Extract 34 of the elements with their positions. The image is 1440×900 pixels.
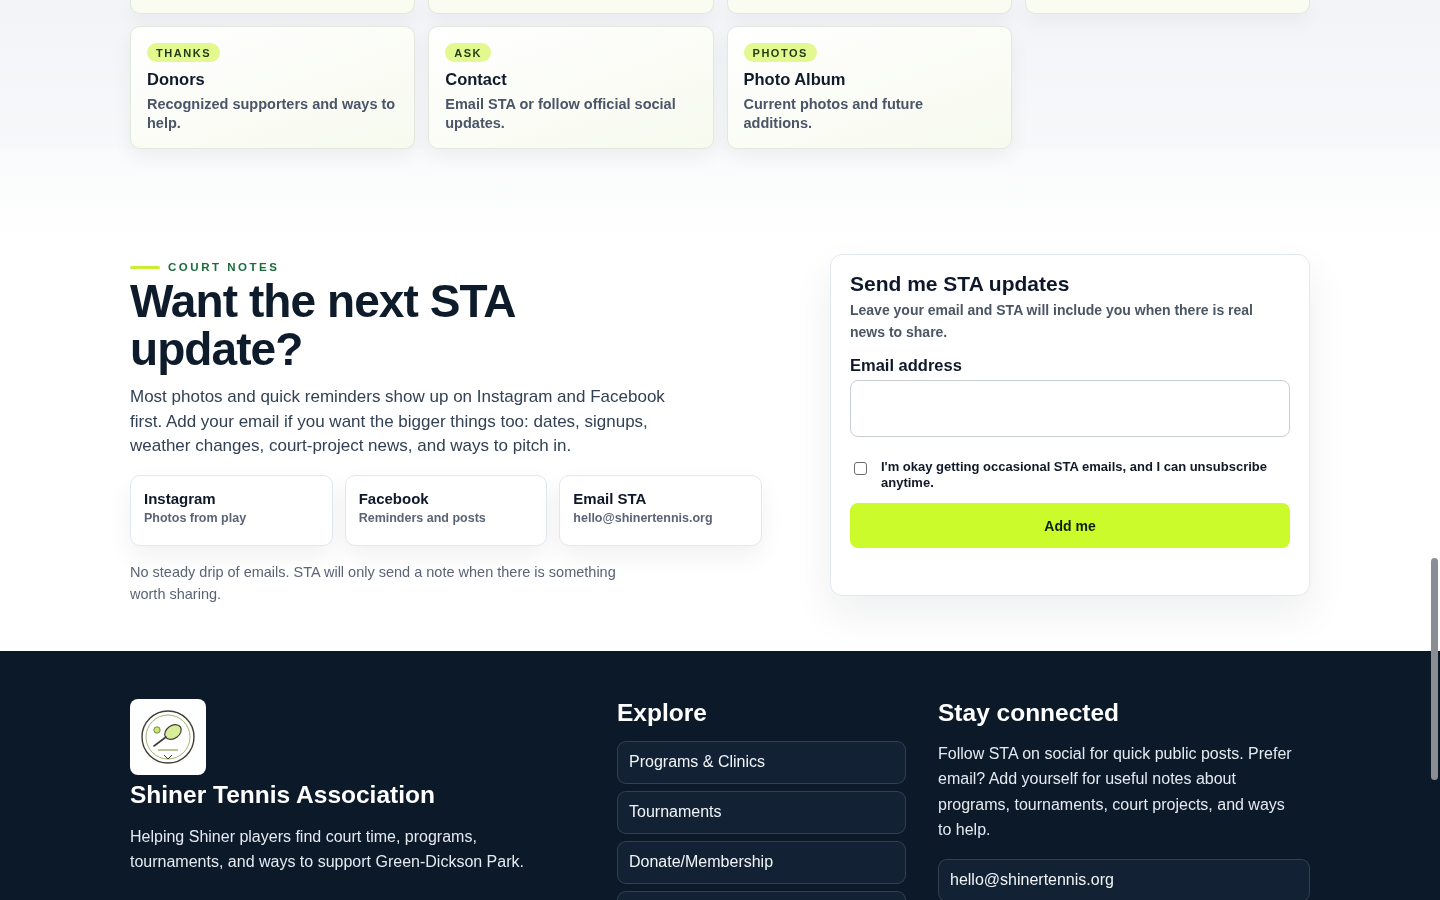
footer-link[interactable]: Programs & Clinics [617,740,906,784]
email-field[interactable] [850,380,1290,437]
footer-heading: Explore [617,697,708,728]
card-title: Donors [147,69,206,89]
scrollbar-thumb[interactable] [1431,558,1438,780]
channel-link[interactable]: Email STA hello@shinertennis.org [559,474,762,546]
form-title: Send me STA updates [850,271,1071,297]
intro-text: Most photos and quick reminders show up on Instagram and Facebook first. Add your email if you want the bigger things too: dates, signups, weather changes, court-project news, and ways to pitch in. [130,386,666,457]
add-me-button[interactable]: Add me [850,503,1290,548]
footer-heading: Stay connected [938,697,1121,728]
card-title: Contact [445,69,508,89]
note-text: No steady drip of emails. STA will only send a note when there is something worth sharing. [130,562,617,604]
footer-link[interactable]: Tournaments [617,790,906,834]
card-description: Recognized supporters and ways to help. [147,95,396,133]
card-description: Current photos and future additions. [743,95,925,133]
consent-checkbox[interactable] [854,462,867,475]
brand-tagline: Helping Shiner players find court time, programs, tournaments, and ways to support Green-Dickson Park. [130,826,525,872]
channel-link[interactable]: Facebook Reminders and posts [344,474,548,546]
eyebrow-label: COURT NOTES [168,260,280,274]
email-link[interactable]: hello@shinertennis.org [938,858,1310,900]
tag: THANKS [147,43,221,62]
tag: PHOTOS [743,43,817,62]
tag: ASK [445,43,492,62]
brand-name: Shiner Tennis Association [130,779,436,810]
field-label: Email address [850,355,963,376]
accent-line [130,265,160,269]
card-description: Email STA or follow official social updates. [445,95,677,133]
connect-text: Follow STA on social for quick public posts. Prefer email? Add yourself for useful notes about programs, tournaments, court projects, and ways to help. [938,743,1293,840]
section-heading: Want the next STA update? [130,277,516,373]
footer-link[interactable]: Donate/Membership [617,840,906,884]
card-title: Photo Album [743,69,847,89]
channel-link[interactable]: Instagram Photos from play [130,474,333,546]
consent-label: I'm okay getting occasional STA emails, and I can unsubscribe anytime. [881,459,1268,491]
form-description: Leave your email and STA will include you when there is real news to share. [850,301,1254,342]
